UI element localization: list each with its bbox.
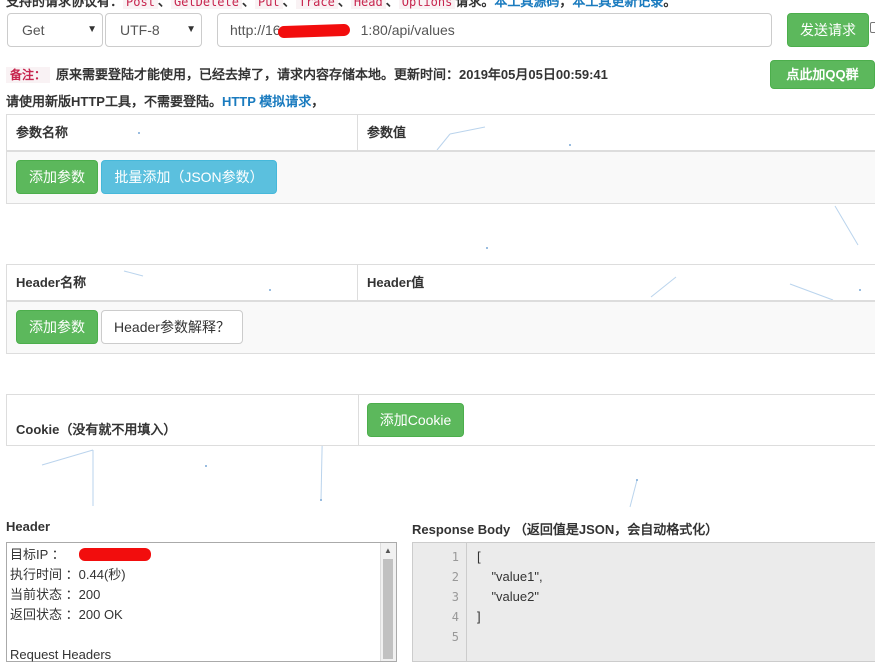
cookie-label: Cookie（没有就不用填入） xyxy=(16,422,177,437)
header-line-request-headers: Request Headers xyxy=(10,647,112,662)
header-line-exec-time: 执行时间 ：0.44(秒) xyxy=(10,567,126,582)
method-put: Put xyxy=(254,0,283,9)
headers-table: Header名称 Header值 添加参数 Header参数解释？ xyxy=(6,264,875,354)
header-line-target-ip: 目标IP ： xyxy=(10,547,65,562)
line-number: 5 xyxy=(451,630,459,644)
method-select[interactable]: Get ▼ xyxy=(7,13,103,47)
method-getdelete: GetDelete xyxy=(170,0,242,9)
code-line: "value2" xyxy=(477,589,539,604)
encoding-select[interactable]: UTF-8 ▼ xyxy=(105,13,202,47)
params-table-header: 参数名称 参数值 xyxy=(6,115,875,152)
header-line-return-status: 返回状态 ：200 OK xyxy=(10,607,123,622)
param-value-header: 参数值 xyxy=(367,125,407,140)
url-prefix: http://16 xyxy=(230,22,281,38)
http-simulate-link[interactable]: HTTP 模拟请求 xyxy=(222,94,311,109)
line-number: 2 xyxy=(451,570,459,584)
line-number: 1 xyxy=(451,550,459,564)
method-head: Head xyxy=(350,0,386,9)
notice-line-2: 请使用新版HTTP工具，不需要登陆。HTTP 模拟请求， xyxy=(6,91,324,110)
changelog-link[interactable]: 本工具更新记录 xyxy=(572,0,663,9)
scroll-up-icon[interactable]: ▲ xyxy=(384,546,392,555)
code-line: ] xyxy=(477,609,481,624)
encoding-select-value: UTF-8 xyxy=(120,22,160,38)
header-line-current-status: 当前状态 ：200 xyxy=(10,587,101,602)
batch-add-json-button[interactable]: 批量添加（JSON参数） xyxy=(101,160,277,194)
method-options: Options xyxy=(398,0,456,9)
notice-line2-text: 请使用新版HTTP工具，不需要登陆。 xyxy=(6,94,222,109)
add-cookie-button[interactable]: 添加Cookie xyxy=(367,403,464,437)
param-name-header: 参数名称 xyxy=(6,115,358,150)
method-trace: Trace xyxy=(295,0,338,9)
params-table: 参数名称 参数值 添加参数 批量添加（JSON参数） xyxy=(6,114,875,204)
supported-methods-line: 支持的请求协议有： Post、 GetDelete、 Put、 Trace、 Head、 O… xyxy=(6,0,676,10)
response-body-title: Response Body （返回值是JSON，会自动格式化） xyxy=(412,522,719,537)
method-select-value: Get xyxy=(22,22,45,38)
redaction-mark xyxy=(79,548,151,561)
chevron-down-icon: ▼ xyxy=(87,24,97,35)
notice-text: 原来需要登陆才能使用，已经去掉了，请求内容存储本地。更新时间：2019年05月0… xyxy=(56,67,608,82)
methods-suffix: 请求。 xyxy=(455,0,495,9)
scrollbar-thumb[interactable] xyxy=(383,559,393,659)
add-header-button[interactable]: 添加参数 xyxy=(16,310,98,344)
code-line: "value1", xyxy=(477,569,543,584)
window-icon[interactable] xyxy=(870,22,875,33)
headers-table-body: 添加参数 Header参数解释？ xyxy=(6,302,875,354)
header-explain-button[interactable]: Header参数解释？ xyxy=(101,310,243,344)
response-body-editor[interactable]: 1 2 3 4 5 [ "value1", "value2" ] xyxy=(412,542,875,662)
chevron-down-icon: ▼ xyxy=(186,24,196,35)
headers-table-header: Header名称 Header值 xyxy=(6,265,875,302)
source-link[interactable]: 本工具源码 xyxy=(494,0,559,9)
cookie-row: Cookie（没有就不用填入） 添加Cookie xyxy=(6,394,875,446)
redaction-mark xyxy=(277,23,351,39)
line-number: 4 xyxy=(451,610,459,624)
code-line: [ xyxy=(477,549,481,564)
join-qq-group-button[interactable]: 点此加QQ群 xyxy=(770,60,875,89)
textarea-scrollbar[interactable]: ▲ xyxy=(380,543,396,661)
response-header-title: Header xyxy=(6,519,51,534)
header-name-header: Header名称 xyxy=(6,265,358,300)
params-table-body: 添加参数 批量添加（JSON参数） xyxy=(6,152,875,204)
notice-tag: 备注： xyxy=(6,67,51,83)
line-number: 3 xyxy=(451,590,459,604)
header-value-header: Header值 xyxy=(367,275,425,290)
send-request-button[interactable]: 发送请求 xyxy=(787,13,869,47)
cookie-divider xyxy=(358,395,359,445)
url-input[interactable]: http://16 1:80/api/values xyxy=(217,13,772,47)
add-param-button[interactable]: 添加参数 xyxy=(16,160,98,194)
line-number-gutter: 1 2 3 4 5 xyxy=(413,543,467,661)
response-header-textarea[interactable]: 目标IP ： 执行时间 ：0.44(秒) 当前状态 ：200 返回状态 ：200… xyxy=(6,542,397,662)
notice-line: 备注： 原来需要登陆才能使用，已经去掉了，请求内容存储本地。更新时间：2019年0… xyxy=(6,64,608,83)
methods-prefix: 支持的请求协议有： xyxy=(6,0,124,9)
url-suffix: 1:80/api/values xyxy=(360,22,455,38)
method-post: Post xyxy=(123,0,158,9)
notice-line2-tail: ， xyxy=(311,94,325,109)
